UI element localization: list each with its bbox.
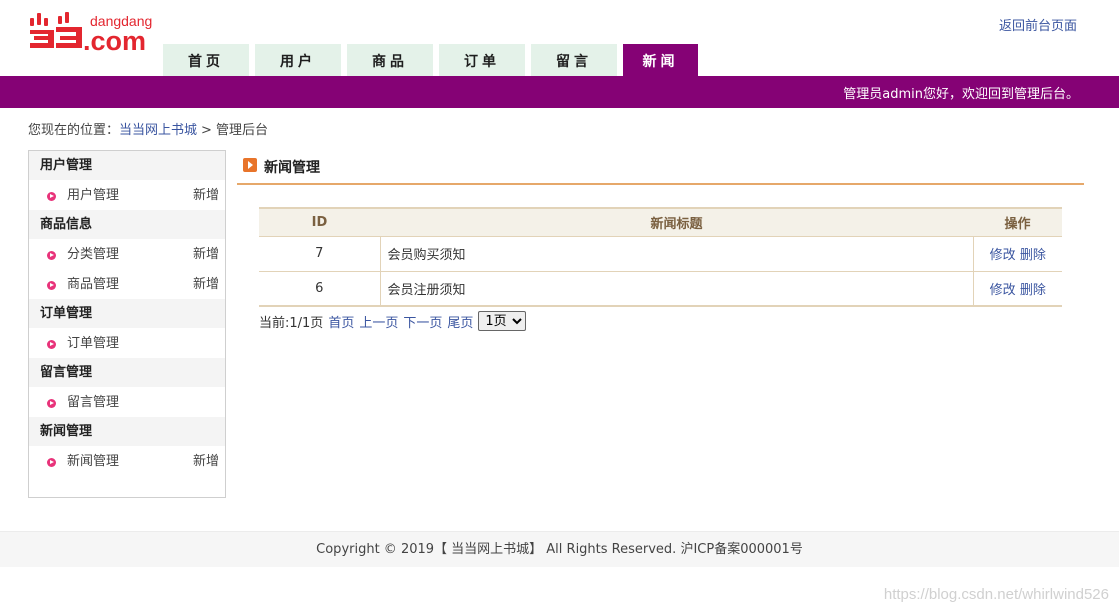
page-status: 当前:1/1页 [259,315,324,331]
admin-sidebar: 用户管理 用户管理 新增 商品信息 分类管理 新增 商品管理 新增 订单管理 订… [28,150,226,498]
footer: Copyright © 2019【 当当网上书城】 All Rights Res… [0,531,1119,567]
logo-suffix: .com [83,26,146,54]
table-header-row: ID 新闻标题 操作 [259,208,1062,237]
delete-link[interactable]: 删除 [1020,248,1046,263]
admin-banner: 管理员admin您好，欢迎回到管理后台。 [0,76,1119,108]
tab-home[interactable]: 首页 [163,44,249,76]
tab-products[interactable]: 商品 [347,44,433,76]
column-header-title: 新闻标题 [380,208,973,237]
column-header-actions: 操作 [973,208,1062,237]
sidebar-group-product-info: 商品信息 [29,210,225,239]
section-header: 新闻管理 [237,155,1084,185]
add-news-link[interactable]: 新增 [193,446,219,478]
sidebar-item-label[interactable]: 分类管理 [67,247,119,262]
sidebar-group-user-management: 用户管理 [29,151,225,180]
tab-users[interactable]: 用户 [255,44,341,76]
add-product-link[interactable]: 新增 [193,269,219,301]
table-row: 6 会员注册须知 修改 删除 [259,271,1062,306]
add-category-link[interactable]: 新增 [193,239,219,271]
last-page-link[interactable]: 尾页 [447,312,473,331]
watermark: https://blog.csdn.net/whirlwind526 [883,586,1109,603]
sidebar-item-order-management[interactable]: 订单管理 [29,328,225,358]
actions-cell: 修改 删除 [973,236,1062,272]
sidebar-item-message-management[interactable]: 留言管理 [29,387,225,417]
tab-orders[interactable]: 订单 [439,44,525,76]
news-title-cell: 会员注册须知 [380,271,974,306]
sidebar-group-message-management: 留言管理 [29,358,225,387]
arrow-right-icon [243,158,257,172]
breadcrumb-current: 管理后台 [215,123,268,138]
add-user-link[interactable]: 新增 [193,180,219,212]
breadcrumb-separator: > [201,123,212,138]
news-id-cell: 6 [259,271,381,306]
first-page-link[interactable]: 首页 [328,312,354,331]
edit-link[interactable]: 修改 [990,248,1016,263]
dangdang-logo[interactable]: dangdang .com [28,10,163,54]
prev-page-link[interactable]: 上一页 [359,312,398,331]
tab-messages[interactable]: 留言 [531,44,617,76]
tab-news[interactable]: 新闻 [623,44,698,76]
section-title: 新闻管理 [264,160,320,176]
sidebar-item-user-management[interactable]: 用户管理 新增 [29,180,225,210]
breadcrumb: 您现在的位置：当当网上书城 > 管理后台 [28,119,268,138]
sidebar-item-label[interactable]: 留言管理 [67,395,119,410]
actions-cell: 修改 删除 [973,271,1062,306]
table-row: 7 会员购买须知 修改 删除 [259,236,1062,272]
sidebar-item-label[interactable]: 新闻管理 [67,454,119,469]
sidebar-item-news-management[interactable]: 新闻管理 新增 [29,446,225,476]
bullet-arrow-icon [47,281,56,290]
column-header-id: ID [259,208,380,237]
sidebar-group-order-management: 订单管理 [29,299,225,328]
breadcrumb-prefix: 您现在的位置： [28,123,120,138]
pagination: 当前:1/1页 首页 上一页 下一页 尾页 1页 [259,311,527,331]
next-page-link[interactable]: 下一页 [403,312,442,331]
edit-link[interactable]: 修改 [990,283,1016,298]
return-frontend-link[interactable]: 返回前台页面 [999,15,1077,34]
sidebar-item-label[interactable]: 商品管理 [67,277,119,292]
sidebar-item-label[interactable]: 用户管理 [67,188,119,203]
breadcrumb-home-link[interactable]: 当当网上书城 [119,123,197,138]
sidebar-item-category-management[interactable]: 分类管理 新增 [29,239,225,269]
bullet-arrow-icon [47,192,56,201]
copyright-text: Copyright © 2019【 当当网上书城】 All Rights Res… [316,542,803,557]
bullet-arrow-icon [47,340,56,349]
sidebar-item-label[interactable]: 订单管理 [67,336,119,351]
news-id-cell: 7 [259,236,381,272]
welcome-text: 管理员admin您好，欢迎回到管理后台。 [843,87,1079,102]
main-nav: 首页 用户 商品 订单 留言 新闻 [163,44,704,76]
page-select[interactable]: 1页 [478,311,527,331]
delete-link[interactable]: 删除 [1020,283,1046,298]
logo-graphic: dangdang .com [30,12,152,54]
bullet-arrow-icon [47,458,56,467]
bullet-arrow-icon [47,251,56,260]
news-table: ID 新闻标题 操作 7 会员购买须知 修改 删除 6 会员注册须知 修改 删除 [259,207,1062,307]
sidebar-item-product-management[interactable]: 商品管理 新增 [29,269,225,299]
sidebar-group-news-management: 新闻管理 [29,417,225,446]
news-title-cell: 会员购买须知 [380,236,974,272]
bullet-arrow-icon [47,399,56,408]
